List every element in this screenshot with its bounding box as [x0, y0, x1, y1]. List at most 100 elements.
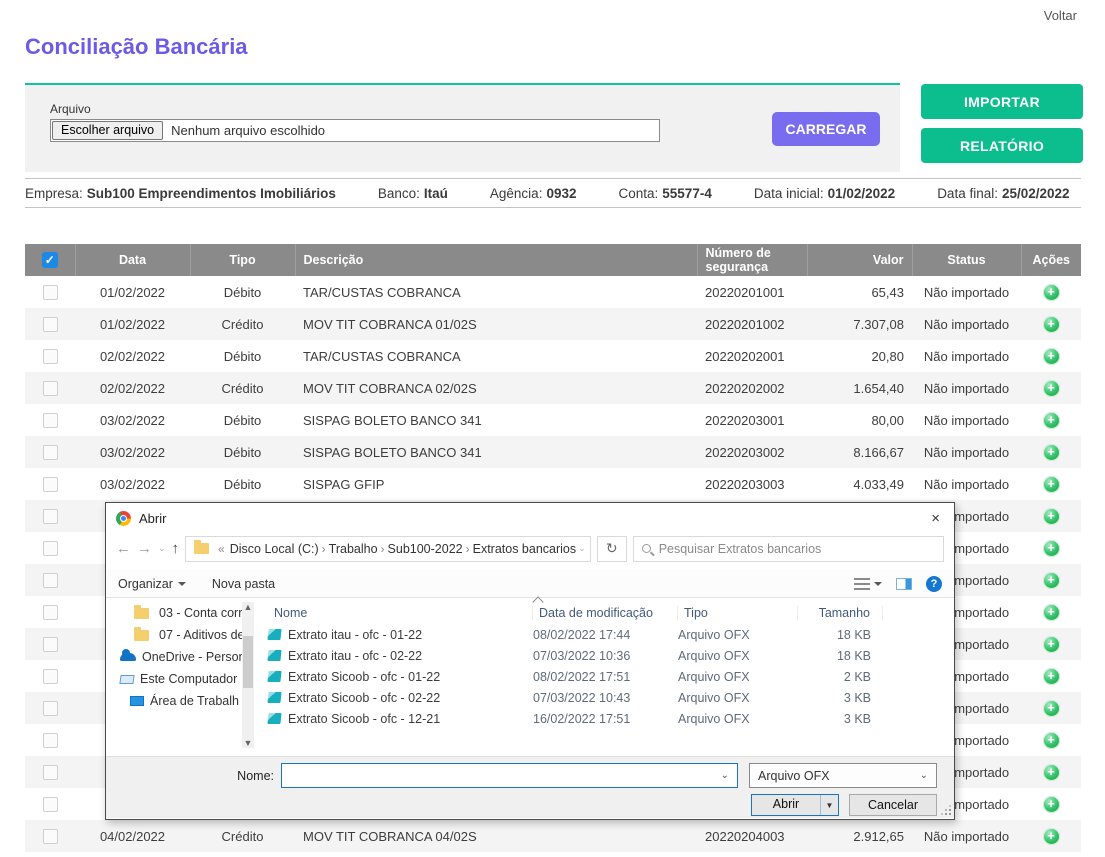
dialog-titlebar[interactable]: Abrir ×: [106, 503, 954, 533]
import-action-icon[interactable]: +: [1043, 732, 1060, 749]
import-action-icon[interactable]: +: [1043, 316, 1060, 333]
import-action-icon[interactable]: +: [1043, 572, 1060, 589]
row-checkbox[interactable]: [43, 541, 58, 556]
sidebar-item[interactable]: Área de Trabalh: [106, 690, 254, 712]
carregar-button[interactable]: CARREGAR: [772, 112, 880, 146]
filetype-select[interactable]: Arquivo OFX ⌄: [749, 763, 937, 788]
sidebar-item[interactable]: 07 - Aditivos de: [106, 624, 254, 646]
search-input[interactable]: Pesquisar Extratos bancarios: [633, 536, 944, 562]
row-checkbox[interactable]: [43, 701, 58, 716]
cell-status: Não importado: [912, 820, 1021, 852]
breadcrumb-collapse[interactable]: «: [215, 542, 228, 556]
scrollbar-thumb[interactable]: [243, 636, 253, 688]
open-button[interactable]: Abrir ▼: [751, 794, 839, 816]
row-checkbox[interactable]: [43, 733, 58, 748]
address-chevron-icon[interactable]: ⌄: [578, 543, 586, 554]
import-action-icon[interactable]: +: [1043, 412, 1060, 429]
file-row[interactable]: Extrato Sicoob - ofc - 12-2116/02/2022 1…: [268, 708, 954, 729]
breadcrumb-segment[interactable]: Disco Local (C:): [230, 542, 319, 556]
scroll-down-icon[interactable]: ▼: [242, 738, 254, 748]
row-checkbox[interactable]: [43, 637, 58, 652]
file-col-type[interactable]: Tipo: [678, 606, 798, 620]
file-row[interactable]: Extrato itau - ofc - 02-2207/03/2022 10:…: [268, 645, 954, 666]
cell-status: Não importado: [912, 308, 1021, 340]
breadcrumb-separator-icon[interactable]: ›: [319, 542, 329, 556]
import-action-icon[interactable]: +: [1043, 764, 1060, 781]
file-row[interactable]: Extrato itau - ofc - 01-2208/02/2022 17:…: [268, 624, 954, 645]
close-icon[interactable]: ×: [927, 510, 944, 527]
help-icon[interactable]: ?: [926, 576, 942, 592]
cell-data: 01/02/2022: [75, 276, 190, 308]
dialog-footer: Nome: ⌄ Arquivo OFX ⌄ Abrir ▼ Cancelar: [106, 756, 954, 818]
breadcrumb-separator-icon[interactable]: ›: [378, 542, 388, 556]
breadcrumb-segment[interactable]: Extratos bancarios: [473, 542, 577, 556]
preview-pane-icon[interactable]: [896, 578, 912, 590]
row-checkbox[interactable]: [43, 317, 58, 332]
import-action-icon[interactable]: +: [1043, 668, 1060, 685]
sidebar-scrollbar[interactable]: ▲ ▼: [242, 602, 254, 748]
import-action-icon[interactable]: +: [1043, 348, 1060, 365]
resize-grip[interactable]: [941, 805, 951, 815]
row-checkbox[interactable]: [43, 285, 58, 300]
import-action-icon[interactable]: +: [1043, 508, 1060, 525]
address-bar[interactable]: « Disco Local (C:)›Trabalho›Sub100-2022›…: [185, 536, 591, 562]
forward-icon[interactable]: →: [137, 540, 152, 557]
sidebar-item[interactable]: 03 - Conta corre: [106, 602, 254, 624]
row-checkbox[interactable]: [43, 509, 58, 524]
up-icon[interactable]: ↑: [172, 540, 180, 557]
row-checkbox[interactable]: [43, 605, 58, 620]
import-action-icon[interactable]: +: [1043, 380, 1060, 397]
breadcrumb-segment[interactable]: Trabalho: [329, 542, 378, 556]
account-info-bar: Empresa:Sub100 Empreendimentos Imobiliár…: [25, 178, 1081, 208]
col-header-valor: Valor: [807, 244, 912, 276]
import-action-icon[interactable]: +: [1043, 636, 1060, 653]
file-col-name[interactable]: Nome: [268, 606, 533, 620]
row-checkbox[interactable]: [43, 349, 58, 364]
import-action-icon[interactable]: +: [1043, 476, 1060, 493]
import-action-icon[interactable]: +: [1043, 828, 1060, 845]
row-checkbox[interactable]: [43, 669, 58, 684]
sidebar-item[interactable]: Este Computador: [106, 668, 254, 690]
scroll-up-icon[interactable]: ▲: [242, 602, 254, 612]
file-row[interactable]: Extrato Sicoob - ofc - 02-2207/03/2022 1…: [268, 687, 954, 708]
nova-pasta-button[interactable]: Nova pasta: [212, 577, 275, 591]
voltar-link[interactable]: Voltar: [1044, 8, 1077, 23]
cancel-button[interactable]: Cancelar: [849, 794, 937, 816]
back-icon[interactable]: ←: [116, 540, 131, 557]
row-checkbox[interactable]: [43, 445, 58, 460]
row-checkbox[interactable]: [43, 765, 58, 780]
row-checkbox[interactable]: [43, 797, 58, 812]
import-action-icon[interactable]: +: [1043, 700, 1060, 717]
import-action-icon[interactable]: +: [1043, 284, 1060, 301]
file-col-size[interactable]: Tamanho: [798, 606, 883, 620]
file-input[interactable]: Escolher arquivo Nenhum arquivo escolhid…: [50, 119, 660, 142]
row-checkbox[interactable]: [43, 413, 58, 428]
file-row[interactable]: Extrato Sicoob - ofc - 01-2208/02/2022 1…: [268, 666, 954, 687]
import-action-icon[interactable]: +: [1043, 444, 1060, 461]
open-button-dropdown[interactable]: ▼: [820, 795, 838, 815]
breadcrumb-separator-icon[interactable]: ›: [463, 542, 473, 556]
select-all-checkbox[interactable]: ✓: [42, 252, 58, 268]
relatorio-button[interactable]: RELATÓRIO: [921, 128, 1083, 163]
importar-button[interactable]: IMPORTAR: [921, 84, 1083, 119]
row-checkbox[interactable]: [43, 829, 58, 844]
import-action-icon[interactable]: +: [1043, 540, 1060, 557]
import-action-icon[interactable]: +: [1043, 796, 1060, 813]
filename-input[interactable]: ⌄: [281, 763, 738, 788]
col-header-data: Data: [75, 244, 190, 276]
breadcrumb-segment[interactable]: Sub100-2022: [388, 542, 463, 556]
desktop-icon: [130, 696, 144, 706]
file-col-modified[interactable]: Data de modificação: [533, 606, 678, 620]
dialog-sidebar: 03 - Conta corre07 - Aditivos deOneDrive…: [106, 598, 254, 756]
organizar-menu[interactable]: Organizar: [118, 577, 186, 591]
row-checkbox[interactable]: [43, 477, 58, 492]
import-action-icon[interactable]: +: [1043, 604, 1060, 621]
cell-data: 03/02/2022: [75, 436, 190, 468]
history-chevron-icon[interactable]: ⌄: [158, 543, 166, 554]
row-checkbox[interactable]: [43, 381, 58, 396]
row-checkbox[interactable]: [43, 573, 58, 588]
refresh-icon[interactable]: ↻: [597, 536, 627, 562]
view-mode-button[interactable]: [854, 578, 882, 590]
sidebar-item[interactable]: OneDrive - Person: [106, 646, 254, 668]
choose-file-button[interactable]: Escolher arquivo: [52, 121, 163, 140]
